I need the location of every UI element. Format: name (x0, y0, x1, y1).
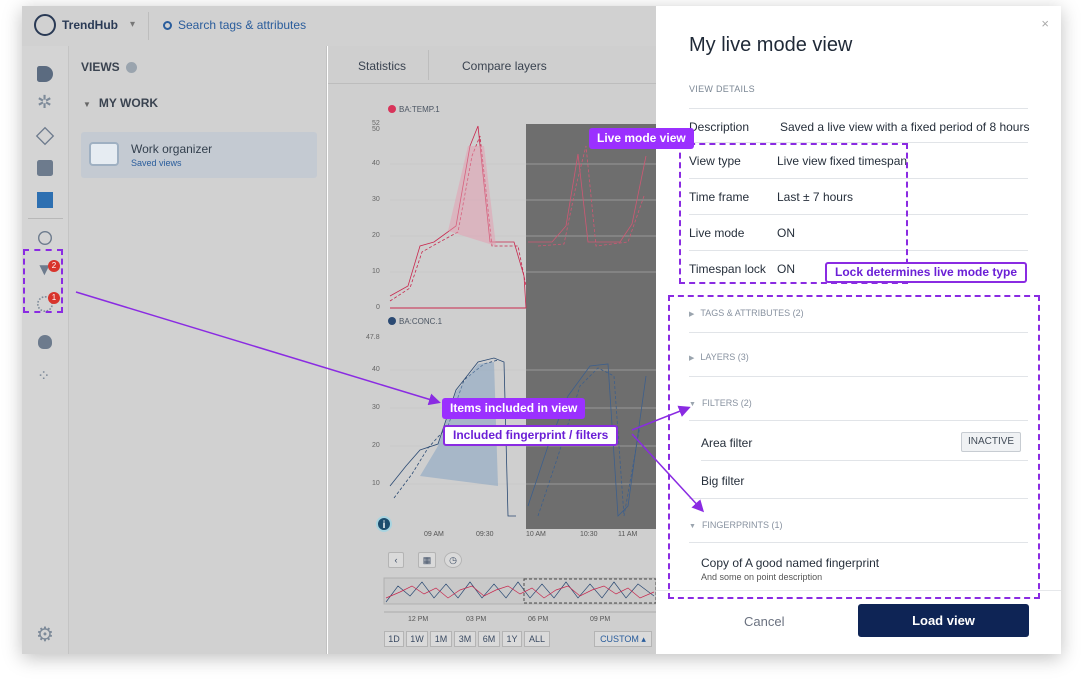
folder-icon (89, 142, 119, 166)
x-tick: 10 AM (526, 531, 546, 538)
caret-down-icon: ▼ (83, 100, 91, 109)
range-1y-button[interactable]: 1Y (502, 631, 522, 647)
chevron-down-icon[interactable]: ▾ (130, 19, 135, 30)
overview-tick: 12 PM (408, 616, 429, 623)
app-window: TrendHub ▾ Search tags & attributes ✲ ▼ … (22, 6, 1061, 654)
callout-items-included: Items included in view (442, 398, 586, 419)
y-tick: 0 (376, 304, 380, 311)
items-highlight-box (668, 295, 1040, 599)
views-panel: VIEWS ▼ MY WORK Work organizer Saved view… (69, 46, 327, 654)
load-view-button[interactable]: Load view (858, 604, 1029, 637)
range-all-button[interactable]: ALL (524, 631, 550, 647)
step-back-button[interactable]: ‹ (388, 552, 404, 568)
tag-icon[interactable] (37, 66, 53, 82)
row-key-description: Description (689, 120, 750, 134)
layers-icon[interactable] (35, 126, 55, 146)
divider (148, 12, 149, 40)
views-header: VIEWS (81, 60, 137, 74)
views-title: VIEWS (81, 60, 120, 74)
rail-highlight-box (23, 249, 63, 313)
range-1d-button[interactable]: 1D (384, 631, 404, 647)
my-work-label: MY WORK (98, 96, 159, 110)
clock-icon[interactable]: ◷ (444, 552, 462, 568)
y-tick: 30 (372, 404, 380, 411)
calendar-icon[interactable]: ▦ (418, 552, 436, 568)
app-name: TrendHub (62, 18, 118, 32)
range-1m-button[interactable]: 1M (430, 631, 452, 647)
my-work-section[interactable]: ▼ MY WORK (83, 96, 158, 110)
y-tick: 40 (372, 160, 380, 167)
callout-live-mode-view: Live mode view (589, 128, 694, 149)
live-window-overlay (526, 124, 656, 529)
comments-icon[interactable] (37, 160, 53, 176)
view-details-heading: VIEW DETAILS (689, 84, 755, 94)
y-tick: 30 (372, 196, 380, 203)
overview-tick: 06 PM (528, 616, 549, 623)
range-custom-button[interactable]: CUSTOM ▴ (594, 631, 652, 647)
trendhub-logo-icon (34, 14, 56, 36)
top-bar: TrendHub ▾ Search tags & attributes (22, 6, 656, 46)
x-tick: 11 AM (618, 531, 638, 538)
gear-icon[interactable]: ⚙ (36, 622, 56, 646)
icon-rail: ✲ ▼ 2 1 ⁘ ⚙ (22, 46, 69, 654)
x-tick: 10:30 (580, 531, 598, 538)
search-placeholder: Search tags & attributes (178, 18, 307, 32)
range-6m-button[interactable]: 6M (478, 631, 500, 647)
overview-strip (383, 577, 656, 605)
y-tick: 20 (372, 232, 380, 239)
asset-icon[interactable]: ✲ (37, 92, 57, 112)
row-value-description: Saved a live view with a fixed period of… (780, 120, 1030, 134)
info-icon[interactable]: i (376, 516, 392, 532)
y-tick: 47.8 (366, 334, 380, 341)
organizer-subtitle[interactable]: Saved views (131, 158, 182, 168)
page-title: My live mode view (689, 34, 853, 56)
overview-tick: 09 PM (590, 616, 611, 623)
organizer-title: Work organizer (131, 142, 213, 156)
divider (28, 218, 63, 219)
custom-label: CUSTOM (600, 634, 639, 644)
search-icon (163, 21, 172, 30)
y-tick: 10 (372, 480, 380, 487)
cancel-button[interactable]: Cancel (744, 614, 784, 629)
x-tick: 09 AM (424, 531, 444, 538)
views-icon[interactable] (37, 192, 53, 208)
divider (689, 108, 1028, 109)
overview-tick: 03 PM (466, 616, 487, 623)
search-icon[interactable] (38, 231, 52, 245)
y-tick: 10 (372, 268, 380, 275)
range-1w-button[interactable]: 1W (406, 631, 428, 647)
close-icon[interactable]: × (1041, 16, 1049, 31)
y-tick: 50 (372, 126, 380, 133)
range-3m-button[interactable]: 3M (454, 631, 476, 647)
lightbulb-icon[interactable] (38, 335, 52, 349)
help-icon[interactable] (125, 62, 137, 73)
scatter-icon[interactable]: ⁘ (37, 366, 57, 386)
conc-envelope (420, 362, 498, 486)
y-tick: 20 (372, 442, 380, 449)
work-organizer-card[interactable]: Work organizer Saved views (81, 132, 317, 178)
callout-fingerprint-filters: Included fingerprint / filters (443, 425, 619, 446)
temp-envelope (448, 146, 496, 246)
search-input[interactable]: Search tags & attributes (163, 18, 306, 32)
x-tick: 09:30 (476, 531, 494, 538)
callout-lock-type: Lock determines live mode type (825, 262, 1028, 283)
y-tick: 40 (372, 366, 380, 373)
